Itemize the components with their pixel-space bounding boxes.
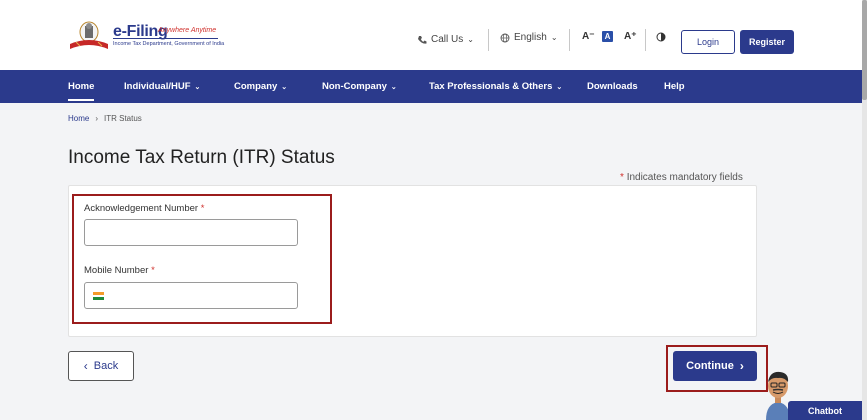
mobile-number-input[interactable]: [84, 282, 298, 309]
mobile-number-label-text: Mobile Number: [84, 265, 149, 276]
chatbot-button[interactable]: Chatbot: [788, 401, 862, 420]
nav-item-label: Company: [234, 81, 278, 92]
nav-item-label: Downloads: [587, 81, 638, 92]
chevron-right-icon: ›: [739, 359, 744, 373]
font-increase-button[interactable]: A⁺: [624, 31, 637, 42]
breadcrumb-home-link[interactable]: Home: [68, 114, 89, 123]
india-flag-icon: [93, 292, 104, 301]
main-nav: Home Individual/HUF ⌄ Company ⌄ Non-Comp…: [0, 70, 862, 103]
nav-item-company[interactable]: Company ⌄: [234, 70, 287, 103]
chevron-down-icon: ⌄: [390, 83, 397, 91]
register-button[interactable]: Register: [740, 30, 794, 54]
mandatory-note: * Indicates mandatory fields: [620, 172, 743, 183]
chevron-left-icon: ‹: [83, 359, 88, 373]
back-button[interactable]: ‹ Back: [68, 351, 134, 381]
language-label: English: [514, 32, 547, 43]
header-divider: [569, 29, 570, 51]
breadcrumb-separator: ›: [95, 114, 99, 123]
call-us-label: Call Us: [431, 34, 464, 45]
continue-button-label: Continue: [686, 360, 734, 372]
chevron-down-icon: ⌄: [281, 83, 288, 91]
login-button[interactable]: Login: [681, 30, 735, 54]
chevron-down-icon: ⌄: [467, 35, 474, 44]
nav-item-label: Home: [68, 81, 95, 92]
header-divider: [488, 29, 489, 51]
chevron-down-icon: ⌄: [556, 83, 563, 91]
logo-tagline: Anywhere Anytime: [158, 27, 217, 34]
call-us-dropdown[interactable]: Call Us ⌄: [417, 34, 474, 45]
nav-item-tax-professionals[interactable]: Tax Professionals & Others ⌄: [429, 70, 562, 103]
ack-number-label-text: Acknowledgement Number: [84, 203, 199, 214]
nav-item-downloads[interactable]: Downloads: [587, 70, 638, 103]
site-header: e-Filing Anywhere Anytime Income Tax Dep…: [0, 0, 867, 70]
nav-item-individual-huf[interactable]: Individual/HUF ⌄: [124, 70, 200, 103]
required-star: *: [620, 172, 624, 183]
scrollbar-thumb[interactable]: [862, 0, 867, 100]
logo-subtitle: Income Tax Department, Government of Ind…: [113, 41, 225, 47]
nav-item-label: Help: [664, 81, 685, 92]
chevron-down-icon: ⌄: [550, 33, 558, 42]
nav-item-non-company[interactable]: Non-Company ⌄: [322, 70, 397, 103]
contrast-icon[interactable]: [656, 32, 666, 42]
breadcrumb-current: ITR Status: [104, 114, 142, 123]
font-normal-button[interactable]: A: [602, 31, 613, 42]
required-star: *: [200, 203, 205, 214]
back-button-label: Back: [93, 360, 119, 372]
phone-icon: [418, 35, 427, 44]
nav-active-indicator: [68, 99, 94, 101]
language-dropdown[interactable]: English ⌄: [500, 32, 558, 43]
emblem-logo-icon[interactable]: [68, 20, 110, 52]
page-title: Income Tax Return (ITR) Status: [68, 147, 335, 168]
globe-icon: [500, 33, 510, 42]
mandatory-note-text: Indicates mandatory fields: [626, 172, 743, 183]
ack-number-label: Acknowledgement Number *: [84, 203, 204, 214]
header-divider: [645, 29, 646, 51]
logo-divider: [113, 38, 218, 39]
continue-button[interactable]: Continue ›: [673, 351, 757, 381]
ack-number-input[interactable]: [84, 219, 298, 246]
nav-item-help[interactable]: Help: [664, 70, 685, 103]
nav-item-label: Tax Professionals & Others: [429, 81, 553, 92]
nav-item-label: Individual/HUF: [124, 81, 191, 92]
nav-item-label: Non-Company: [322, 81, 387, 92]
required-star: *: [151, 265, 155, 276]
font-decrease-button[interactable]: A⁻: [582, 31, 595, 42]
mobile-number-label: Mobile Number *: [84, 265, 155, 276]
chevron-down-icon: ⌄: [194, 83, 201, 91]
breadcrumb: Home › ITR Status: [68, 114, 142, 123]
